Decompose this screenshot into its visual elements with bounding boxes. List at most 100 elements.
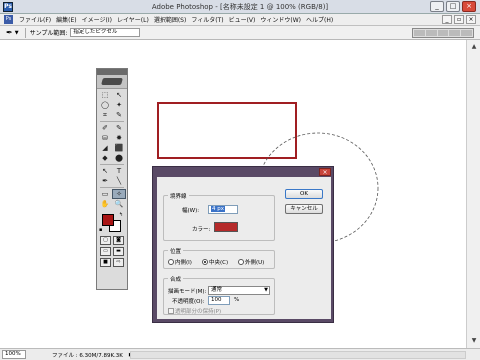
menu-window[interactable]: ウィンドウ(W)	[260, 15, 301, 24]
tool-path-selection[interactable]: ↖	[98, 166, 112, 176]
doc-restore-button[interactable]: ▫	[454, 15, 464, 24]
dialog-close-button[interactable]: ×	[319, 168, 331, 176]
menu-bar: Ps ファイル(F) 編集(E) イメージ(I) レイヤー(L) 選択範囲(S)…	[0, 14, 480, 26]
stroke-color-swatch[interactable]	[214, 222, 238, 232]
horizontal-scrollbar[interactable]	[130, 351, 466, 359]
menu-image[interactable]: イメージ(I)	[82, 15, 112, 24]
tool-move[interactable]: ↖	[112, 90, 126, 100]
radio-dot	[168, 259, 174, 265]
tool-grid: ⬚ ↖ ◯ ✦ ⌗ ✎ ✐ ✎ ⛁ ✸ ◢ ⬛ ◆ ⬤ ↖ T ✒ ╲ ▭ ✧ …	[97, 89, 127, 210]
tool-eraser[interactable]: ◢	[98, 143, 112, 153]
tool-type[interactable]: T	[112, 166, 126, 176]
menu-select[interactable]: 選択範囲(S)	[154, 15, 187, 24]
blend-mode-select[interactable]: 通常 ▼	[208, 286, 270, 295]
preserve-transparency-checkbox[interactable]: 透明部分の保持(P)	[168, 307, 221, 315]
standard-mode-button[interactable]: ▢	[100, 236, 111, 245]
tool-magic-wand[interactable]: ✦	[112, 100, 126, 110]
screen-mode-menus-button[interactable]: ▬	[113, 247, 124, 256]
palette-well[interactable]	[412, 28, 474, 38]
tool-brush[interactable]: ✎	[112, 123, 126, 133]
tool-lasso[interactable]: ◯	[98, 100, 112, 110]
doc-close-button[interactable]: ×	[466, 15, 476, 24]
scroll-up-icon[interactable]: ▲	[469, 42, 479, 52]
mask-mode-buttons: ▢ ◙	[97, 236, 127, 245]
quick-mask-button[interactable]: ◙	[113, 236, 124, 245]
tool-zoom[interactable]: 🔍	[112, 199, 126, 209]
tool-blur[interactable]: ◆	[98, 153, 112, 163]
minimize-button[interactable]: _	[430, 1, 444, 12]
sample-size-select[interactable]: 指定したピクセル	[70, 28, 141, 37]
scroll-down-icon[interactable]: ▼	[469, 336, 479, 346]
menu-layer[interactable]: レイヤー(L)	[117, 15, 149, 24]
menu-edit[interactable]: 編集(E)	[56, 15, 76, 24]
tool-healing-brush[interactable]: ✐	[98, 123, 112, 133]
position-inside-label: 内側(I)	[175, 260, 192, 266]
status-bar: 100% ファイル : 6.30M/7.89K.3K ▶	[0, 348, 480, 360]
toolbox-panel: ⬚ ↖ ◯ ✦ ⌗ ✎ ✐ ✎ ⛁ ✸ ◢ ⬛ ◆ ⬤ ↖ T ✒ ╲ ▭ ✧ …	[96, 68, 128, 290]
tool-history-brush[interactable]: ✸	[112, 133, 126, 143]
photoshop-app-window: Ps Adobe Photoshop - [名称未設定 1 @ 100% (RG…	[0, 0, 480, 360]
tool-marquee[interactable]: ⬚	[98, 90, 112, 100]
window-title: Adobe Photoshop - [名称未設定 1 @ 100% (RGB/8…	[151, 3, 329, 11]
tool-slice[interactable]: ✎	[112, 110, 126, 120]
window-controls: _ □ ×	[430, 1, 476, 12]
position-inside-radio[interactable]: 内側(I)	[168, 258, 192, 266]
cancel-button[interactable]: キャンセル	[285, 204, 323, 214]
doc-minimize-button[interactable]: _	[442, 15, 452, 24]
blend-mode-label: 描画モード(M):	[168, 289, 207, 295]
tool-gradient[interactable]: ⬛	[112, 143, 126, 153]
menu-file[interactable]: ファイル(F)	[19, 15, 51, 24]
opacity-value: 100	[211, 297, 222, 303]
screen-mode-standard-button[interactable]: ▭	[100, 247, 111, 256]
adobe-feather-logo-icon[interactable]	[97, 75, 127, 89]
options-divider	[24, 27, 26, 38]
close-button[interactable]: ×	[462, 1, 476, 12]
menu-help[interactable]: ヘルプ(H)	[306, 15, 333, 24]
default-colors-icon[interactable]: ▪	[99, 227, 102, 233]
tool-dodge[interactable]: ⬤	[112, 153, 126, 163]
tool-notes[interactable]: ▭	[98, 189, 112, 199]
checkbox-box	[168, 308, 174, 314]
tool-line[interactable]: ╲	[112, 176, 126, 186]
width-input[interactable]: 4 px	[208, 205, 238, 214]
document-window-controls: _ ▫ ×	[442, 15, 476, 24]
color-swatches: ↰ ▪	[99, 212, 125, 234]
opacity-label: 不透明度(O):	[172, 299, 205, 305]
foreground-color-swatch[interactable]	[102, 214, 114, 226]
options-bar: ✒ ▼ サンプル範囲: 指定したピクセル	[0, 26, 480, 40]
photoshop-menu-logo-icon[interactable]: Ps	[4, 15, 13, 24]
swap-colors-icon[interactable]: ↰	[119, 212, 123, 218]
position-outside-radio[interactable]: 外側(U)	[238, 258, 264, 266]
dialog-title-bar[interactable]: ×	[153, 167, 333, 177]
screen-mode-extra-buttons: ■ ⇨	[97, 258, 127, 267]
tool-eyedropper[interactable]: ✧	[112, 189, 126, 199]
blending-group: 合成 描画モード(M): 通常 ▼ 不透明度(O): 100 % 透明部分の保持…	[163, 275, 275, 315]
preserve-transparency-label: 透明部分の保持(P)	[175, 309, 222, 315]
tool-pen[interactable]: ✒	[98, 176, 112, 186]
menu-view[interactable]: ビュー(V)	[229, 15, 256, 24]
jump-to-imageready-button[interactable]: ⇨	[113, 258, 124, 267]
color-label: カラー:	[192, 227, 211, 233]
maximize-button[interactable]: □	[446, 1, 460, 12]
tool-preset-chevron-down-icon[interactable]: ▼	[15, 30, 19, 36]
screen-mode-buttons: ▭ ▬	[97, 247, 127, 256]
position-outside-label: 外側(U)	[245, 260, 265, 266]
opacity-input[interactable]: 100	[208, 296, 230, 305]
radio-dot	[238, 259, 244, 265]
radio-dot-selected	[202, 259, 208, 265]
ok-button[interactable]: OK	[285, 189, 323, 199]
width-label: 幅(W):	[182, 208, 200, 214]
tool-clone-stamp[interactable]: ⛁	[98, 133, 112, 143]
position-group-title: 位置	[168, 247, 184, 255]
tool-crop[interactable]: ⌗	[98, 110, 112, 120]
chevron-down-icon: ▼	[264, 287, 268, 293]
screen-mode-full-button[interactable]: ■	[100, 258, 111, 267]
position-center-radio[interactable]: 中央(C)	[202, 258, 228, 266]
position-group: 位置 内側(I) 中央(C) 外側(U)	[163, 247, 275, 269]
eyedropper-icon[interactable]: ✒	[6, 28, 13, 37]
menu-filter[interactable]: フィルタ(T)	[191, 15, 223, 24]
tool-hand[interactable]: ✋	[98, 199, 112, 209]
stroke-group-title: 境界線	[168, 192, 189, 200]
vertical-scrollbar[interactable]: ▲ ▼	[466, 40, 480, 348]
zoom-level-field[interactable]: 100%	[2, 350, 26, 359]
